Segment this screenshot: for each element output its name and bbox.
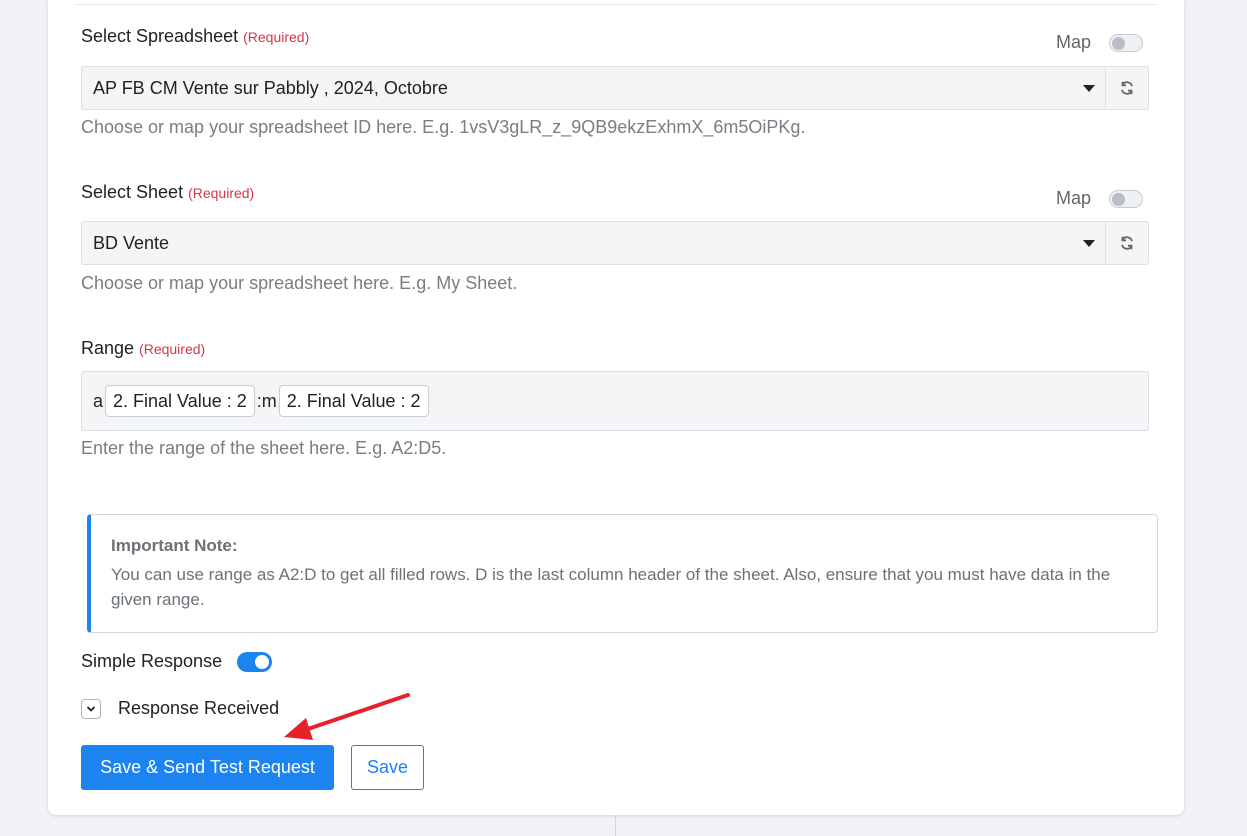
caret-down-icon <box>1083 85 1095 92</box>
note-body: You can use range as A2:D to get all fil… <box>111 565 1111 609</box>
simple-response-label: Simple Response <box>81 651 223 671</box>
save-send-test-button[interactable]: Save & Send Test Request <box>81 745 334 790</box>
sheet-map-toggle[interactable] <box>1109 189 1144 208</box>
required-marker: (Required) <box>188 185 255 201</box>
sheet-label-text: Select Sheet <box>81 182 184 202</box>
simple-response-row: Simple Response <box>81 651 273 672</box>
spreadsheet-select[interactable]: AP FB CM Vente sur Pabbly , 2024, Octobr… <box>81 66 1106 110</box>
spreadsheet-label: Select Spreadsheet (Required) <box>81 26 309 47</box>
refresh-icon <box>1121 81 1133 95</box>
note-title: Important Note: <box>111 536 238 555</box>
range-help-text: Enter the range of the sheet here. E.g. … <box>81 438 447 458</box>
sheet-select-value: BD Vente <box>93 232 170 253</box>
required-marker: (Required) <box>139 341 206 357</box>
toggle-knob <box>1112 192 1126 206</box>
range-input[interactable]: a 2. Final Value : 2 :m 2. Final Value :… <box>81 371 1149 431</box>
connector-line <box>615 815 616 836</box>
caret-down-icon <box>1083 240 1095 247</box>
map-label: Map <box>1056 32 1092 52</box>
sheet-select[interactable]: BD Vente <box>81 221 1106 265</box>
range-separator: :m <box>256 390 277 411</box>
spreadsheet-map-control: Map <box>1056 32 1144 53</box>
chevron-down-icon <box>86 705 96 712</box>
toggle-knob <box>255 654 270 669</box>
sheet-map-control: Map <box>1056 188 1144 209</box>
response-received-label: Response Received <box>118 698 280 718</box>
range-label-text: Range <box>81 338 135 358</box>
map-label: Map <box>1056 188 1092 208</box>
refresh-icon <box>1121 236 1133 250</box>
range-end-chip[interactable]: 2. Final Value : 2 <box>278 385 429 417</box>
expand-toggle[interactable] <box>81 698 101 719</box>
spreadsheet-help-text: Choose or map your spreadsheet ID here. … <box>81 117 806 137</box>
toggle-knob <box>1112 36 1126 50</box>
spreadsheet-label-text: Select Spreadsheet <box>81 26 239 46</box>
range-start-chip[interactable]: 2. Final Value : 2 <box>105 385 255 417</box>
sheet-help-text: Choose or map your spreadsheet here. E.g… <box>81 273 518 293</box>
range-label: Range (Required) <box>81 338 205 359</box>
top-divider <box>75 4 1158 5</box>
spreadsheet-map-toggle[interactable] <box>1109 33 1144 52</box>
simple-response-toggle[interactable] <box>237 651 273 672</box>
save-button[interactable]: Save <box>351 745 424 790</box>
response-received-row[interactable]: Response Received <box>81 698 279 719</box>
spreadsheet-refresh-button[interactable] <box>1106 66 1149 110</box>
sheet-label: Select Sheet (Required) <box>81 182 254 203</box>
required-marker: (Required) <box>243 29 310 45</box>
range-prefix: a <box>93 390 104 411</box>
spreadsheet-select-value: AP FB CM Vente sur Pabbly , 2024, Octobr… <box>93 77 448 98</box>
important-note: Important Note: You can use range as A2:… <box>87 514 1158 633</box>
sheet-refresh-button[interactable] <box>1106 221 1149 265</box>
